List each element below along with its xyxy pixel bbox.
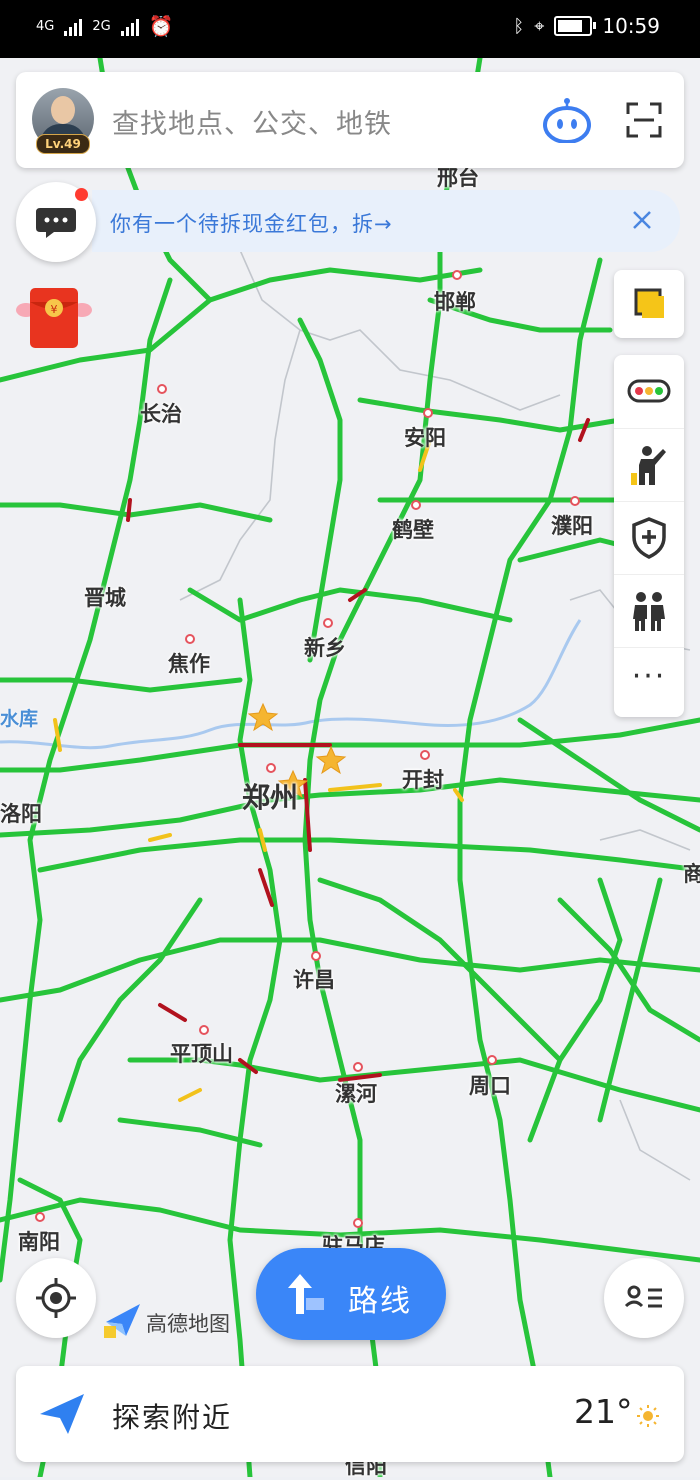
red-envelope-icon[interactable]: ¥ — [16, 286, 92, 350]
route-label: 路线 — [348, 1284, 412, 1319]
city-label-jiaozuo: 焦作 — [168, 652, 210, 676]
people-icon — [633, 592, 665, 631]
city-label-nanyang: 南阳 — [18, 1230, 60, 1254]
network-4g-label: 4G — [36, 18, 55, 34]
amap-logo-icon — [104, 1304, 140, 1338]
banner-text: 你有一个待拆现金红包，拆→ — [110, 212, 393, 236]
location-icon: ⌖ — [534, 15, 545, 37]
signal-icon-2 — [120, 16, 139, 36]
bluetooth-icon: ᛒ — [513, 15, 525, 37]
traffic-button[interactable] — [614, 355, 684, 427]
temperature: 21° — [574, 1392, 633, 1431]
level-badge: Lv.49 — [36, 134, 90, 154]
city-marker — [185, 634, 195, 644]
route-arrow-icon — [288, 1274, 324, 1314]
city-marker — [452, 270, 462, 280]
city-marker — [353, 1062, 363, 1072]
shield-icon — [632, 517, 666, 559]
safety-button[interactable] — [614, 501, 684, 574]
city-label-pingdingshan: 平顶山 — [170, 1042, 233, 1066]
city-marker — [323, 618, 333, 628]
explore-label: 探索附近 — [112, 1401, 233, 1434]
city-label-anyang: 安阳 — [404, 426, 446, 450]
svg-text:¥: ¥ — [51, 303, 58, 316]
more-button[interactable]: ··· — [614, 647, 684, 720]
alarm-icon: ⏰ — [148, 14, 174, 38]
more-icon: ··· — [631, 659, 667, 694]
city-marker — [35, 1212, 45, 1222]
city-marker — [311, 951, 321, 961]
city-marker — [157, 384, 167, 394]
city-label-changzhi: 长治 — [140, 402, 182, 426]
city-marker — [411, 500, 421, 510]
city-marker — [199, 1025, 209, 1035]
paper-plane-icon — [40, 1394, 84, 1434]
list-button[interactable] — [604, 1258, 684, 1338]
city-label-luoyang: 洛阳 — [0, 802, 42, 826]
brand-label: 高德地图 — [146, 1312, 230, 1336]
city-label-hebi: 鹤壁 — [392, 518, 434, 542]
battery-icon — [554, 16, 597, 36]
search-input[interactable]: 查找地点、公交、地铁 — [112, 102, 392, 141]
report-button[interactable] — [614, 428, 684, 501]
status-bar: 4G 2G ⏰ ᛒ ⌖ 10:59 — [0, 0, 700, 58]
city-marker — [420, 750, 430, 760]
city-marker — [423, 408, 433, 418]
people-button[interactable] — [614, 574, 684, 647]
city-label-puyang: 濮阳 — [551, 514, 593, 538]
assistant-bot-icon[interactable] — [542, 97, 592, 143]
network-2g-label: 2G — [92, 18, 111, 34]
close-icon[interactable] — [626, 204, 658, 236]
city-marker — [266, 763, 276, 773]
city-label-zhengzhou: 郑州 — [242, 781, 299, 814]
city-marker — [570, 496, 580, 506]
explore-nearby-card[interactable]: 探索附近 21° — [16, 1366, 684, 1462]
notification-dot — [75, 188, 88, 201]
city-marker — [353, 1218, 363, 1228]
city-label-zhoukou: 周口 — [469, 1074, 511, 1098]
search-bar[interactable]: Lv.49 查找地点、公交、地铁 — [16, 72, 684, 168]
clock: 10:59 — [602, 14, 660, 38]
city-label-jincheng: 晋城 — [84, 586, 126, 610]
locate-button[interactable] — [16, 1258, 96, 1338]
city-marker — [487, 1055, 497, 1065]
layers-button[interactable] — [614, 270, 684, 338]
locate-icon — [36, 1278, 76, 1318]
traffic-icon — [627, 379, 671, 403]
city-label-shang: 商 — [683, 862, 700, 886]
city-label-handan: 邯郸 — [434, 290, 476, 314]
city-label-kaifeng: 开封 — [402, 768, 444, 792]
reservoir-label: 水库 — [0, 708, 39, 730]
scan-icon[interactable] — [626, 102, 662, 138]
city-label-xinxiang: 新乡 — [304, 636, 346, 660]
report-icon — [631, 446, 666, 485]
layers-icon — [634, 288, 664, 318]
city-label-luohe: 漯河 — [335, 1082, 377, 1106]
city-label-xuchang: 许昌 — [293, 968, 335, 992]
signal-icon — [64, 16, 83, 36]
route-button[interactable]: 路线 — [256, 1248, 446, 1340]
red-packet-banner[interactable]: 你有一个待拆现金红包，拆→ — [92, 190, 680, 252]
sun-icon — [637, 1405, 659, 1427]
list-icon — [624, 1285, 662, 1308]
map-tools: ··· — [614, 355, 684, 717]
